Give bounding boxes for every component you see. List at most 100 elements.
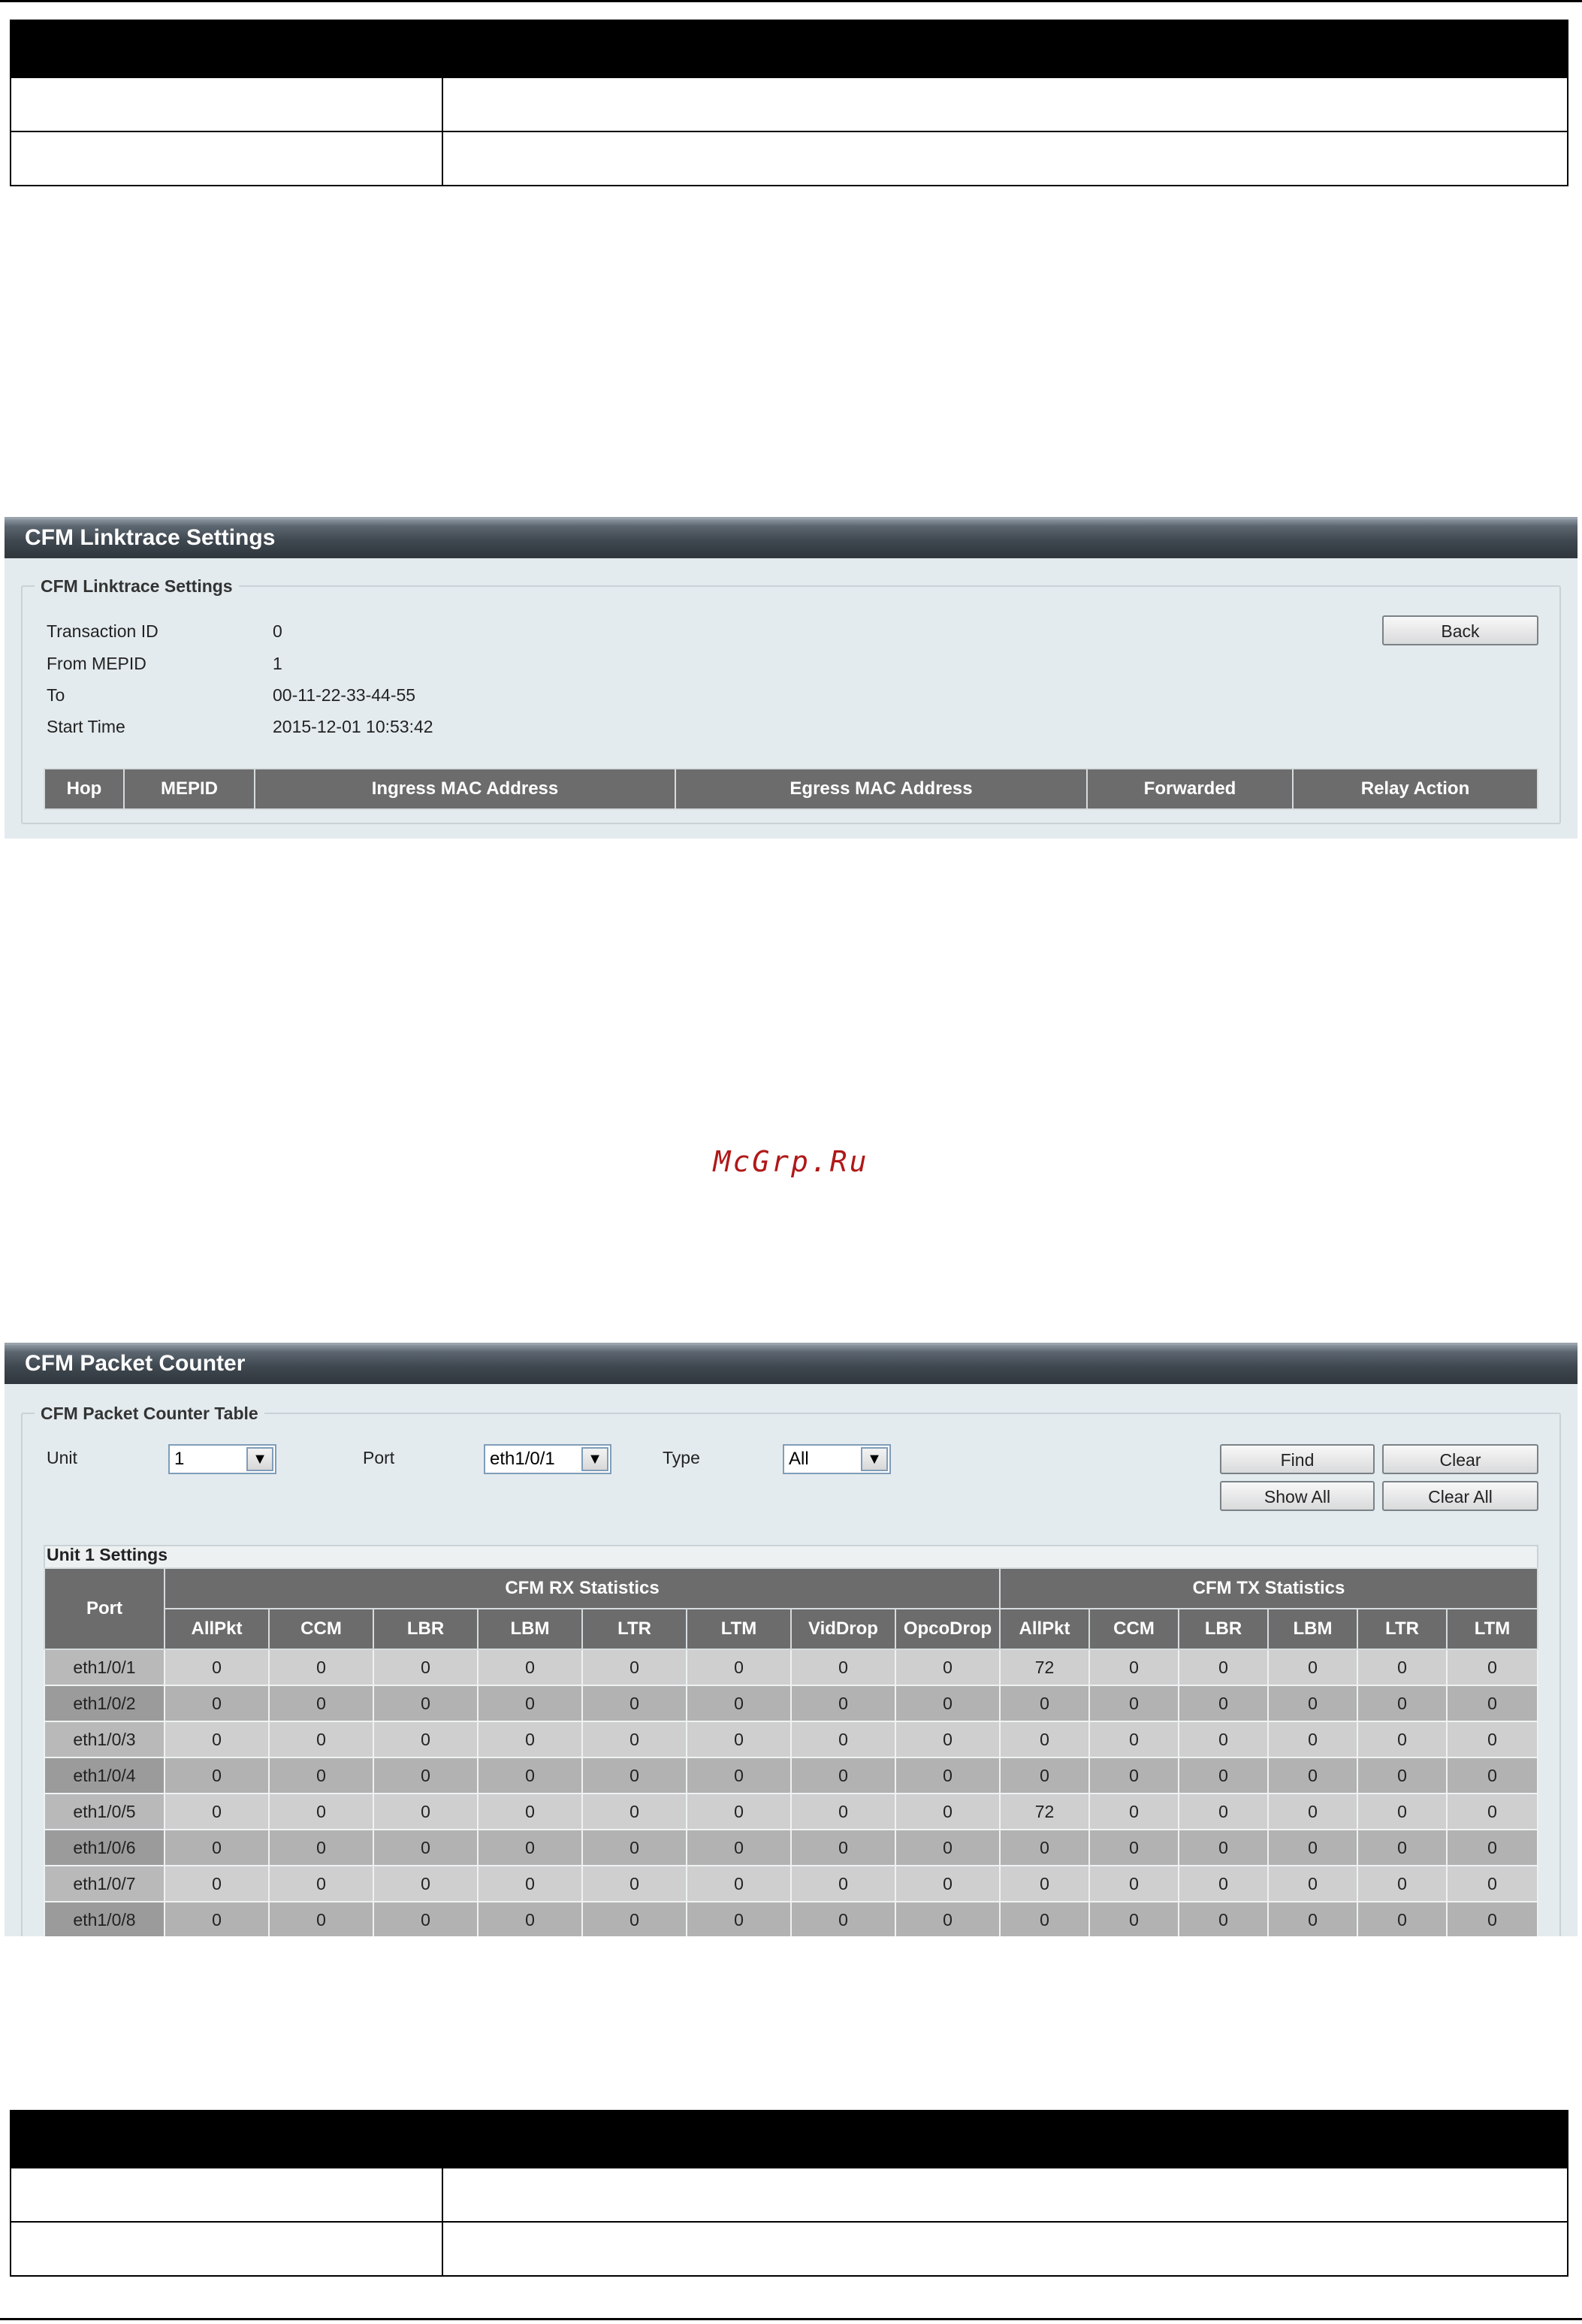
table-row: eth1/0/2 0 0 0 0 0 0 0 0 0 0 0 0 0 0 <box>44 1685 1538 1722</box>
tx-value-cell: 0 <box>1178 1865 1269 1902</box>
rx-value-cell: 0 <box>164 1865 270 1902</box>
tx-column-header: CCM <box>1088 1608 1179 1650</box>
tx-value-cell: 0 <box>999 1757 1090 1794</box>
tx-column-header: LTM <box>1446 1608 1538 1650</box>
top-rule <box>0 0 1582 2</box>
forwarded-header: Forwarded <box>1086 768 1294 810</box>
port-cell: eth1/0/2 <box>44 1685 165 1722</box>
tx-column-header: LTR <box>1357 1608 1448 1650</box>
rx-column-header: LTR <box>581 1608 687 1650</box>
parameter-table-top <box>10 20 1568 186</box>
rx-value-cell: 0 <box>164 1721 270 1758</box>
mepid-header: MEPID <box>123 768 255 810</box>
tx-value-cell: 0 <box>1178 1649 1269 1686</box>
tx-value-cell: 0 <box>1446 1793 1538 1830</box>
rx-value-cell: 0 <box>895 1901 1001 1936</box>
tx-value-cell: 0 <box>1267 1649 1358 1686</box>
tx-value-cell: 0 <box>1357 1685 1448 1722</box>
table-row: eth1/0/6 0 0 0 0 0 0 0 0 0 0 0 0 0 0 <box>44 1829 1538 1866</box>
rx-value-cell: 0 <box>164 1829 270 1866</box>
start-time-value: 2015-12-01 10:53:42 <box>273 717 433 736</box>
find-button[interactable]: Find <box>1220 1444 1375 1474</box>
table-row: eth1/0/4 0 0 0 0 0 0 0 0 0 0 0 0 0 0 <box>44 1757 1538 1794</box>
tx-value-cell: 72 <box>999 1793 1090 1830</box>
watermark: McGrp.Ru <box>713 1145 869 1178</box>
rx-value-cell: 0 <box>477 1649 583 1686</box>
port-select[interactable]: eth1/0/1 ▼ <box>484 1444 611 1474</box>
tx-value-cell: 0 <box>1357 1793 1448 1830</box>
rx-value-cell: 0 <box>895 1757 1001 1794</box>
to-value: 00-11-22-33-44-55 <box>273 685 416 705</box>
port-cell: eth1/0/7 <box>44 1865 165 1902</box>
table-row <box>10 2167 1568 2223</box>
table-header-row <box>10 20 1568 78</box>
port-cell: eth1/0/6 <box>44 1829 165 1866</box>
unit-settings-label: Unit 1 Settings <box>47 1545 168 1564</box>
rx-value-cell: 0 <box>581 1829 687 1866</box>
linktrace-table: Hop MEPID Ingress MAC Address Egress MAC… <box>44 768 1538 810</box>
tx-value-cell: 0 <box>1178 1793 1269 1830</box>
rx-value-cell: 0 <box>477 1721 583 1758</box>
tx-value-cell: 0 <box>999 1721 1090 1758</box>
rx-value-cell: 0 <box>373 1865 479 1902</box>
rx-value-cell: 0 <box>581 1793 687 1830</box>
rx-value-cell: 0 <box>373 1757 479 1794</box>
tx-value-cell: 0 <box>1446 1685 1538 1722</box>
tx-value-cell: 0 <box>1088 1685 1179 1722</box>
tx-value-cell: 0 <box>1446 1649 1538 1686</box>
type-select[interactable]: All ▼ <box>783 1444 891 1474</box>
chevron-down-icon[interactable]: ▼ <box>246 1447 273 1471</box>
rx-value-cell: 0 <box>164 1649 270 1686</box>
bottom-rule <box>0 2318 1582 2320</box>
rx-value-cell: 0 <box>581 1649 687 1686</box>
rx-value-cell: 0 <box>268 1793 374 1830</box>
rx-value-cell: 0 <box>686 1685 792 1722</box>
rx-value-cell: 0 <box>268 1649 374 1686</box>
rx-value-cell: 0 <box>477 1865 583 1902</box>
counter-fieldset: CFM Packet Counter Table Unit 1 ▼ Port e… <box>21 1402 1561 1936</box>
tx-value-cell: 0 <box>1267 1721 1358 1758</box>
rx-value-cell: 0 <box>686 1793 792 1830</box>
table-header-row: Port CFM RX Statistics CFM TX Statistics <box>44 1567 1538 1650</box>
chevron-down-icon[interactable]: ▼ <box>581 1447 608 1471</box>
table-row: eth1/0/3 0 0 0 0 0 0 0 0 0 0 0 0 0 0 <box>44 1721 1538 1758</box>
tx-value-cell: 0 <box>1178 1829 1269 1866</box>
rx-column-header: AllPkt <box>164 1608 270 1650</box>
clear-all-button[interactable]: Clear All <box>1382 1481 1538 1511</box>
clear-button[interactable]: Clear <box>1382 1444 1538 1474</box>
rx-value-cell: 0 <box>373 1793 479 1830</box>
tx-value-cell: 0 <box>1357 1721 1448 1758</box>
table-header-row: Hop MEPID Ingress MAC Address Egress MAC… <box>44 768 1538 810</box>
rx-column-header: LBR <box>373 1608 479 1650</box>
tx-value-cell: 0 <box>1267 1829 1358 1866</box>
tx-value-cell: 0 <box>1357 1649 1448 1686</box>
rx-value-cell: 0 <box>581 1757 687 1794</box>
rx-column-header: VidDrop <box>790 1608 896 1650</box>
show-all-button[interactable]: Show All <box>1220 1481 1375 1511</box>
table-row <box>10 131 1568 186</box>
rx-value-cell: 0 <box>790 1721 896 1758</box>
transaction-id-value: 0 <box>273 621 282 641</box>
rx-value-cell: 0 <box>268 1901 374 1936</box>
tx-value-cell: 0 <box>999 1865 1090 1902</box>
tx-column-header: LBR <box>1178 1608 1269 1650</box>
rx-value-cell: 0 <box>477 1793 583 1830</box>
rx-value-cell: 0 <box>373 1829 479 1866</box>
unit-select[interactable]: 1 ▼ <box>168 1444 276 1474</box>
panel-title: CFM Linktrace Settings <box>5 517 1577 558</box>
type-select-value: All <box>789 1449 809 1469</box>
chevron-down-icon[interactable]: ▼ <box>861 1447 888 1471</box>
tx-column-header: LBM <box>1267 1608 1358 1650</box>
port-cell: eth1/0/3 <box>44 1721 165 1758</box>
rx-value-cell: 0 <box>895 1829 1001 1866</box>
rx-value-cell: 0 <box>686 1829 792 1866</box>
parameter-table-bottom <box>10 2110 1568 2277</box>
tx-value-cell: 0 <box>1446 1901 1538 1936</box>
port-cell: eth1/0/4 <box>44 1757 165 1794</box>
rx-column-header: OpcoDrop <box>895 1608 1001 1650</box>
port-select-value: eth1/0/1 <box>490 1449 555 1469</box>
rx-value-cell: 0 <box>164 1757 270 1794</box>
back-button[interactable]: Back <box>1382 615 1538 645</box>
port-label: Port <box>363 1448 395 1467</box>
rx-value-cell: 0 <box>686 1865 792 1902</box>
